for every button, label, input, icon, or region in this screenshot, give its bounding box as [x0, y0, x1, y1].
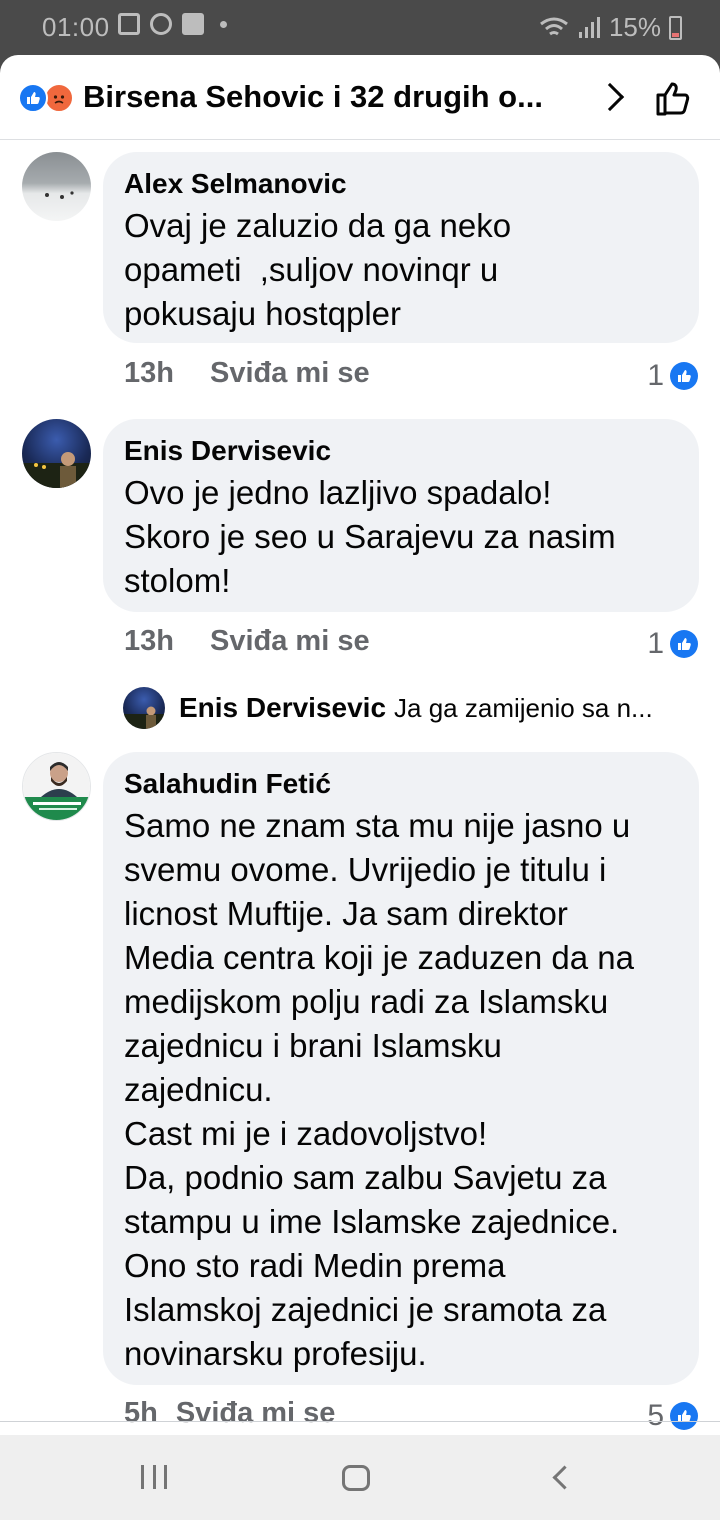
like-comment-button[interactable]: Sviđa mi se — [210, 357, 370, 397]
reply-text: Ja ga zamijenio sa n... — [394, 692, 653, 723]
comment-bubble[interactable]: Enis Dervisevic Ovo je jedno lazljivo sp… — [103, 419, 699, 612]
avatar[interactable] — [22, 152, 91, 221]
reactions-header[interactable]: Birsena Sehovic i 32 drugih o... — [0, 55, 720, 140]
reactions-title[interactable]: Birsena Sehovic i 32 drugih o... — [83, 79, 588, 115]
home-icon[interactable] — [342, 1465, 370, 1491]
comments-sheet: Birsena Sehovic i 32 drugih o... Alex Se… — [0, 55, 720, 1435]
like-badge-icon — [670, 630, 698, 658]
avatar[interactable] — [22, 752, 91, 821]
comment-meta: 5h Sviđa mi se — [124, 1397, 335, 1435]
comment-timestamp: 13h — [124, 357, 174, 389]
chevron-right-icon[interactable] — [595, 82, 625, 112]
signal-icon — [578, 16, 600, 38]
facebook-icon — [182, 13, 204, 35]
status-time: 01:00 — [42, 12, 110, 42]
like-comment-button[interactable]: Sviđa mi se — [176, 1397, 336, 1435]
comment-meta: 13h Sviđa mi se — [124, 357, 370, 397]
status-bar: 01:00 15% — [0, 0, 720, 55]
gallery-icon — [118, 13, 140, 35]
comment-bubble[interactable]: Salahudin Fetić Samo ne znam sta mu nije… — [103, 752, 699, 1385]
battery-percent: 15% — [608, 12, 661, 42]
like-count: 5 — [647, 1399, 664, 1432]
divider — [0, 1421, 720, 1422]
reply-author: Enis Dervisevic — [179, 692, 387, 723]
angry-reaction-icon — [44, 83, 74, 113]
like-badge-icon — [670, 362, 698, 390]
comment-author[interactable]: Enis Dervisevic — [124, 433, 679, 469]
system-nav-bar — [0, 1435, 720, 1520]
comment-like-count[interactable]: 1 — [647, 359, 698, 393]
comment-author[interactable]: Salahudin Fetić — [124, 766, 679, 802]
comment-like-count[interactable]: 5 — [647, 1399, 698, 1433]
like-badge-icon — [670, 1402, 698, 1430]
comment-text: Ovaj je zaluzio da ga neko opameti ,sulj… — [124, 207, 512, 332]
reply-preview[interactable]: Enis Dervisevic Ja ga zamijenio sa n... — [123, 686, 698, 730]
comment-timestamp: 5h — [124, 1397, 158, 1429]
avatar — [123, 687, 165, 729]
recent-apps-icon[interactable] — [141, 1465, 167, 1489]
reaction-icons[interactable] — [18, 83, 80, 113]
sync-icon — [150, 13, 172, 35]
like-comment-button[interactable]: Sviđa mi se — [210, 625, 370, 665]
battery-icon — [669, 15, 682, 40]
comment-meta: 13h Sviđa mi se — [124, 625, 370, 665]
like-reaction-icon — [18, 83, 48, 113]
comment-like-count[interactable]: 1 — [647, 627, 698, 661]
dot-icon — [220, 20, 227, 28]
avatar[interactable] — [22, 419, 91, 488]
comment-bubble[interactable]: Alex Selmanovic Ovaj je zaluzio da ga ne… — [103, 152, 699, 343]
back-icon[interactable] — [552, 1465, 577, 1490]
comment-author[interactable]: Alex Selmanovic — [124, 166, 679, 202]
thumbs-up-outline-icon[interactable] — [652, 77, 694, 119]
like-count: 1 — [647, 359, 664, 392]
comment-timestamp: 13h — [124, 625, 174, 657]
comment-text: Ovo je jedno lazljivo spadalo! Skoro je … — [124, 474, 616, 599]
wifi-icon — [540, 17, 568, 35]
comment-text: Samo ne znam sta mu nije jasno u svemu o… — [124, 807, 634, 1372]
like-count: 1 — [647, 627, 664, 660]
